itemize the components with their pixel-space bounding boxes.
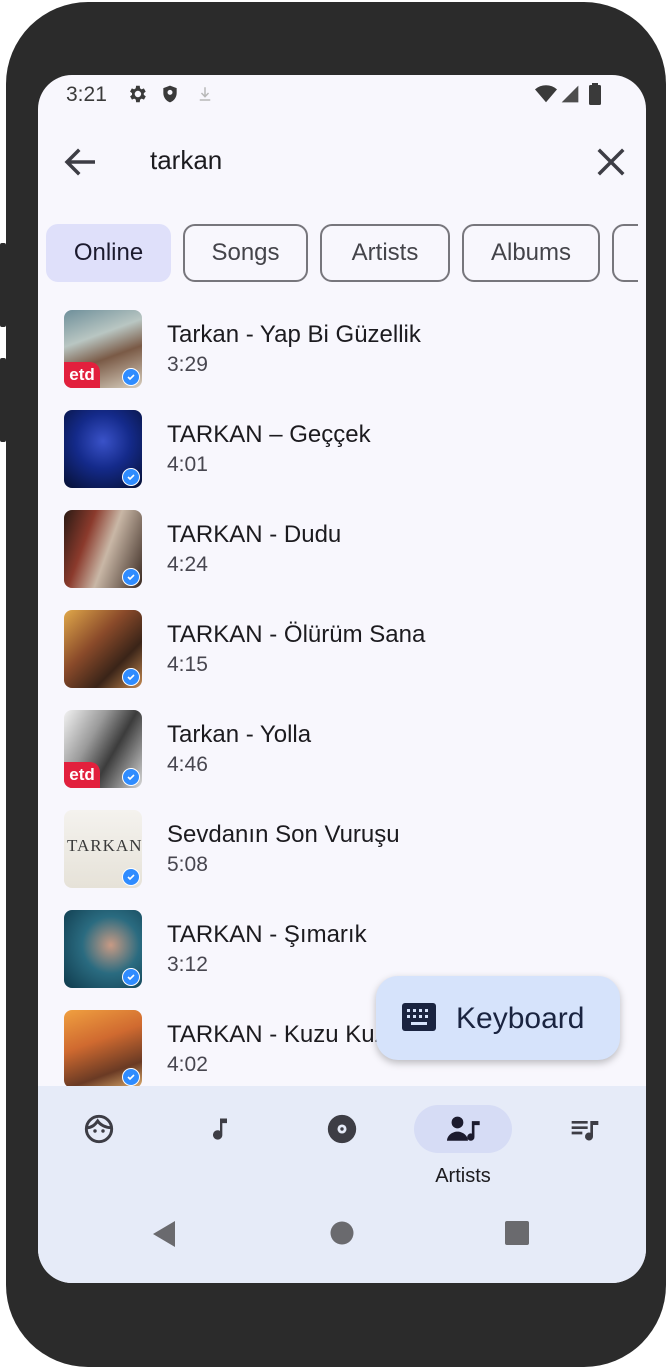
shield-icon bbox=[163, 85, 177, 103]
track-duration: 4:01 bbox=[167, 453, 208, 476]
nav-item-songs[interactable] bbox=[170, 1105, 270, 1189]
list-item[interactable]: TARKAN - Ölürüm Sana 4:15 bbox=[38, 605, 646, 705]
nav-item-playlists[interactable] bbox=[535, 1105, 635, 1189]
fab-label: Keyboard bbox=[456, 1002, 585, 1035]
search-bar: tarkan bbox=[38, 127, 646, 199]
track-title: TARKAN - Ölürüm Sana bbox=[167, 621, 426, 648]
track-duration: 4:24 bbox=[167, 553, 208, 576]
chip-label: Songs bbox=[211, 239, 280, 266]
etd-label: etd bbox=[64, 762, 100, 788]
nav-item-artists[interactable] bbox=[414, 1105, 512, 1153]
face-icon bbox=[84, 1114, 114, 1144]
list-item[interactable]: TARKAN - Dudu 4:24 bbox=[38, 505, 646, 605]
verified-icon bbox=[122, 568, 140, 586]
album-cover-text: TARKAN bbox=[67, 836, 142, 855]
track-title: TARKAN – Geççek bbox=[167, 421, 371, 448]
battery-icon bbox=[589, 83, 601, 105]
track-duration: 3:29 bbox=[167, 353, 208, 376]
etd-label: etd bbox=[64, 362, 100, 388]
home-circle-icon[interactable] bbox=[330, 1221, 354, 1245]
search-input[interactable]: tarkan bbox=[150, 145, 222, 176]
filter-chips: Online Songs Artists Albums bbox=[46, 224, 638, 286]
chip-label: Albums bbox=[490, 239, 572, 266]
results-list: etd Tarkan - Yap Bi Güzellik 3:29 TARKAN… bbox=[38, 305, 646, 1086]
track-title: TARKAN - Şımarık bbox=[167, 921, 367, 948]
wifi-icon bbox=[535, 85, 557, 103]
playlist-icon bbox=[571, 1121, 599, 1141]
status-time: 3:21 bbox=[66, 83, 107, 106]
back-triangle-icon[interactable] bbox=[153, 1221, 177, 1247]
list-item[interactable]: TARKAN – Geççek 4:01 bbox=[38, 405, 646, 505]
chip-more[interactable] bbox=[612, 224, 638, 282]
keyboard-icon bbox=[402, 1003, 436, 1031]
track-title: TARKAN - Kuzu Kuzu bbox=[167, 1021, 400, 1048]
track-duration: 4:02 bbox=[167, 1053, 208, 1076]
list-item[interactable]: etd Tarkan - Yap Bi Güzellik 3:29 bbox=[38, 305, 646, 405]
track-title: Tarkan - Yap Bi Güzellik bbox=[167, 321, 421, 348]
list-item[interactable]: etd Tarkan - Yolla 4:46 bbox=[38, 705, 646, 805]
signal-icon bbox=[561, 85, 579, 103]
track-duration: 4:15 bbox=[167, 653, 208, 676]
chip-label: Artists bbox=[351, 239, 419, 266]
verified-icon bbox=[122, 668, 140, 686]
close-icon[interactable] bbox=[590, 141, 632, 183]
arrow-left-icon[interactable] bbox=[60, 141, 102, 183]
chip-songs[interactable]: Songs bbox=[183, 224, 308, 282]
chip-online[interactable]: Online bbox=[46, 224, 171, 282]
track-duration: 4:46 bbox=[167, 753, 208, 776]
album-icon bbox=[327, 1114, 357, 1144]
thumbnail bbox=[64, 610, 142, 688]
verified-icon bbox=[122, 1068, 140, 1086]
verified-icon bbox=[122, 768, 140, 786]
thumbnail bbox=[64, 1010, 142, 1086]
verified-icon bbox=[122, 468, 140, 486]
artist-icon bbox=[447, 1116, 480, 1141]
thumbnail bbox=[64, 510, 142, 588]
nav-item-home[interactable] bbox=[49, 1105, 149, 1189]
recents-square-icon[interactable] bbox=[505, 1221, 529, 1245]
chip-albums[interactable]: Albums bbox=[462, 224, 600, 282]
verified-icon bbox=[122, 368, 140, 386]
keyboard-fab[interactable]: Keyboard bbox=[376, 976, 620, 1060]
music-note-icon bbox=[213, 1118, 227, 1140]
thumbnail: TARKAN bbox=[64, 810, 142, 888]
track-duration: 3:12 bbox=[167, 953, 208, 976]
download-icon bbox=[199, 87, 211, 101]
track-title: TARKAN - Dudu bbox=[167, 521, 342, 548]
track-title: Tarkan - Yolla bbox=[167, 721, 312, 748]
chip-artists[interactable]: Artists bbox=[320, 224, 450, 282]
thumbnail bbox=[64, 410, 142, 488]
status-bar: 3:21 bbox=[38, 75, 646, 115]
list-item[interactable]: TARKAN Sevdanın Son Vuruşu 5:08 bbox=[38, 805, 646, 905]
thumbnail: etd bbox=[64, 310, 142, 388]
chip-label: Online bbox=[73, 239, 144, 266]
track-duration: 5:08 bbox=[167, 853, 208, 876]
nav-label-artists: Artists bbox=[435, 1165, 491, 1187]
settings-icon bbox=[130, 85, 146, 103]
bottom-nav: Artists bbox=[38, 1086, 646, 1283]
verified-icon bbox=[122, 868, 140, 886]
phone-frame: 3:21 tarkan Online Songs Artists Albums … bbox=[6, 2, 666, 1367]
track-title: Sevdanın Son Vuruşu bbox=[167, 821, 400, 848]
thumbnail bbox=[64, 910, 142, 988]
nav-item-albums[interactable] bbox=[292, 1105, 392, 1189]
thumbnail: etd bbox=[64, 710, 142, 788]
verified-icon bbox=[122, 968, 140, 986]
screen: 3:21 tarkan Online Songs Artists Albums … bbox=[38, 75, 646, 1283]
